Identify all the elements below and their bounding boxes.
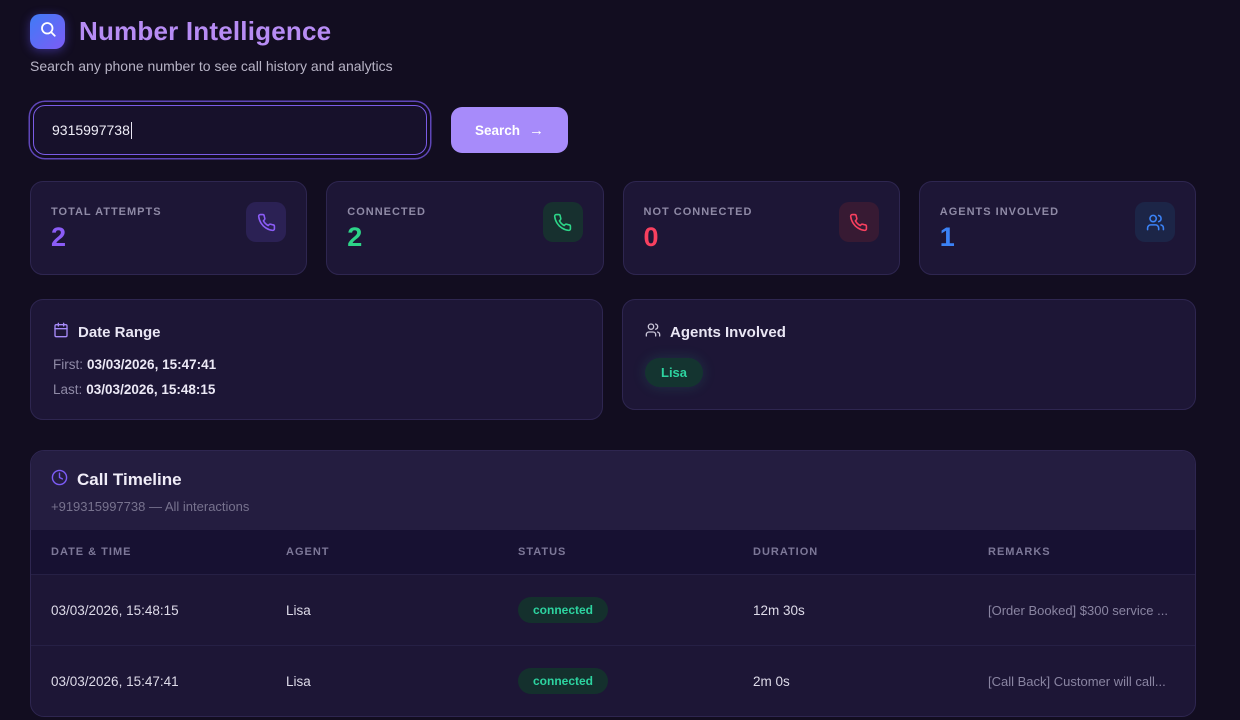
call-timeline-card: Call Timeline +919315997738 — All intera…: [30, 450, 1196, 717]
cell-duration: 12m 30s: [753, 603, 988, 618]
phone-icon: [246, 202, 286, 242]
last-value: 03/03/2026, 15:48:15: [86, 382, 215, 397]
date-range-card: Date Range First: 03/03/2026, 15:47:41 La…: [30, 299, 603, 420]
page-header: Number Intelligence: [30, 14, 1196, 49]
first-value: 03/03/2026, 15:47:41: [87, 357, 216, 372]
date-range-title: Date Range: [78, 324, 161, 341]
agent-badge: Lisa: [645, 358, 703, 387]
search-button-label: Search: [475, 123, 520, 138]
cell-datetime: 03/03/2026, 15:47:41: [51, 674, 286, 689]
first-label: First:: [53, 357, 83, 372]
cell-remarks: [Order Booked] $300 service ...: [988, 603, 1195, 618]
app-logo: [30, 14, 65, 49]
clock-icon: [51, 469, 68, 491]
users-icon: [645, 322, 661, 342]
calendar-icon: [53, 322, 69, 342]
cell-agent: Lisa: [286, 674, 518, 689]
summary-row: Date Range First: 03/03/2026, 15:47:41 La…: [30, 299, 1196, 420]
cell-remarks: [Call Back] Customer will call...: [988, 674, 1195, 689]
column-header-status: STATUS: [518, 546, 753, 558]
first-date-line: First: 03/03/2026, 15:47:41: [53, 357, 580, 372]
phone-icon: [543, 202, 583, 242]
page-container: Number Intelligence Search any phone num…: [30, 0, 1196, 717]
stat-card-agents-involved: AGENTS INVOLVED 1: [919, 181, 1196, 275]
column-header-datetime: DATE & TIME: [51, 546, 286, 558]
text-cursor: [131, 122, 133, 139]
search-icon: [39, 20, 57, 43]
last-label: Last:: [53, 382, 82, 397]
status-badge: connected: [518, 668, 608, 694]
timeline-title-row: Call Timeline: [51, 469, 1175, 491]
phone-number-input[interactable]: 9315997738: [33, 105, 427, 155]
phone-icon: [839, 202, 879, 242]
phone-number-value: 9315997738: [52, 122, 130, 138]
stat-card-not-connected: NOT CONNECTED 0: [623, 181, 900, 275]
arrow-right-icon: →: [529, 122, 544, 139]
timeline-title: Call Timeline: [77, 470, 182, 490]
page-title: Number Intelligence: [79, 16, 331, 47]
table-row: 03/03/2026, 15:48:15 Lisa connected 12m …: [31, 574, 1195, 645]
column-header-remarks: REMARKS: [988, 546, 1195, 558]
last-date-line: Last: 03/03/2026, 15:48:15: [53, 382, 580, 397]
table-header-row: DATE & TIME AGENT STATUS DURATION REMARK…: [31, 530, 1195, 574]
agents-involved-card: Agents Involved Lisa: [622, 299, 1196, 410]
column-header-duration: DURATION: [753, 546, 988, 558]
stat-card-total-attempts: TOTAL ATTEMPTS 2: [30, 181, 307, 275]
stat-card-connected: CONNECTED 2: [326, 181, 603, 275]
column-header-agent: AGENT: [286, 546, 518, 558]
page-subtitle: Search any phone number to see call hist…: [30, 58, 1196, 74]
cell-status: connected: [518, 597, 753, 623]
stats-row: TOTAL ATTEMPTS 2 CONNECTED 2 NOT CONNECT…: [30, 181, 1196, 275]
timeline-header: Call Timeline +919315997738 — All intera…: [31, 451, 1195, 530]
agents-title-row: Agents Involved: [645, 322, 1173, 342]
table-row: 03/03/2026, 15:47:41 Lisa connected 2m 0…: [31, 645, 1195, 716]
cell-agent: Lisa: [286, 603, 518, 618]
users-icon: [1135, 202, 1175, 242]
status-badge: connected: [518, 597, 608, 623]
cell-duration: 2m 0s: [753, 674, 988, 689]
cell-status: connected: [518, 668, 753, 694]
search-button[interactable]: Search →: [451, 107, 568, 153]
search-bar: 9315997738 Search →: [30, 105, 1196, 155]
timeline-subtitle: +919315997738 — All interactions: [51, 499, 1175, 514]
date-range-title-row: Date Range: [53, 322, 580, 342]
cell-datetime: 03/03/2026, 15:48:15: [51, 603, 286, 618]
agents-title: Agents Involved: [670, 324, 786, 341]
